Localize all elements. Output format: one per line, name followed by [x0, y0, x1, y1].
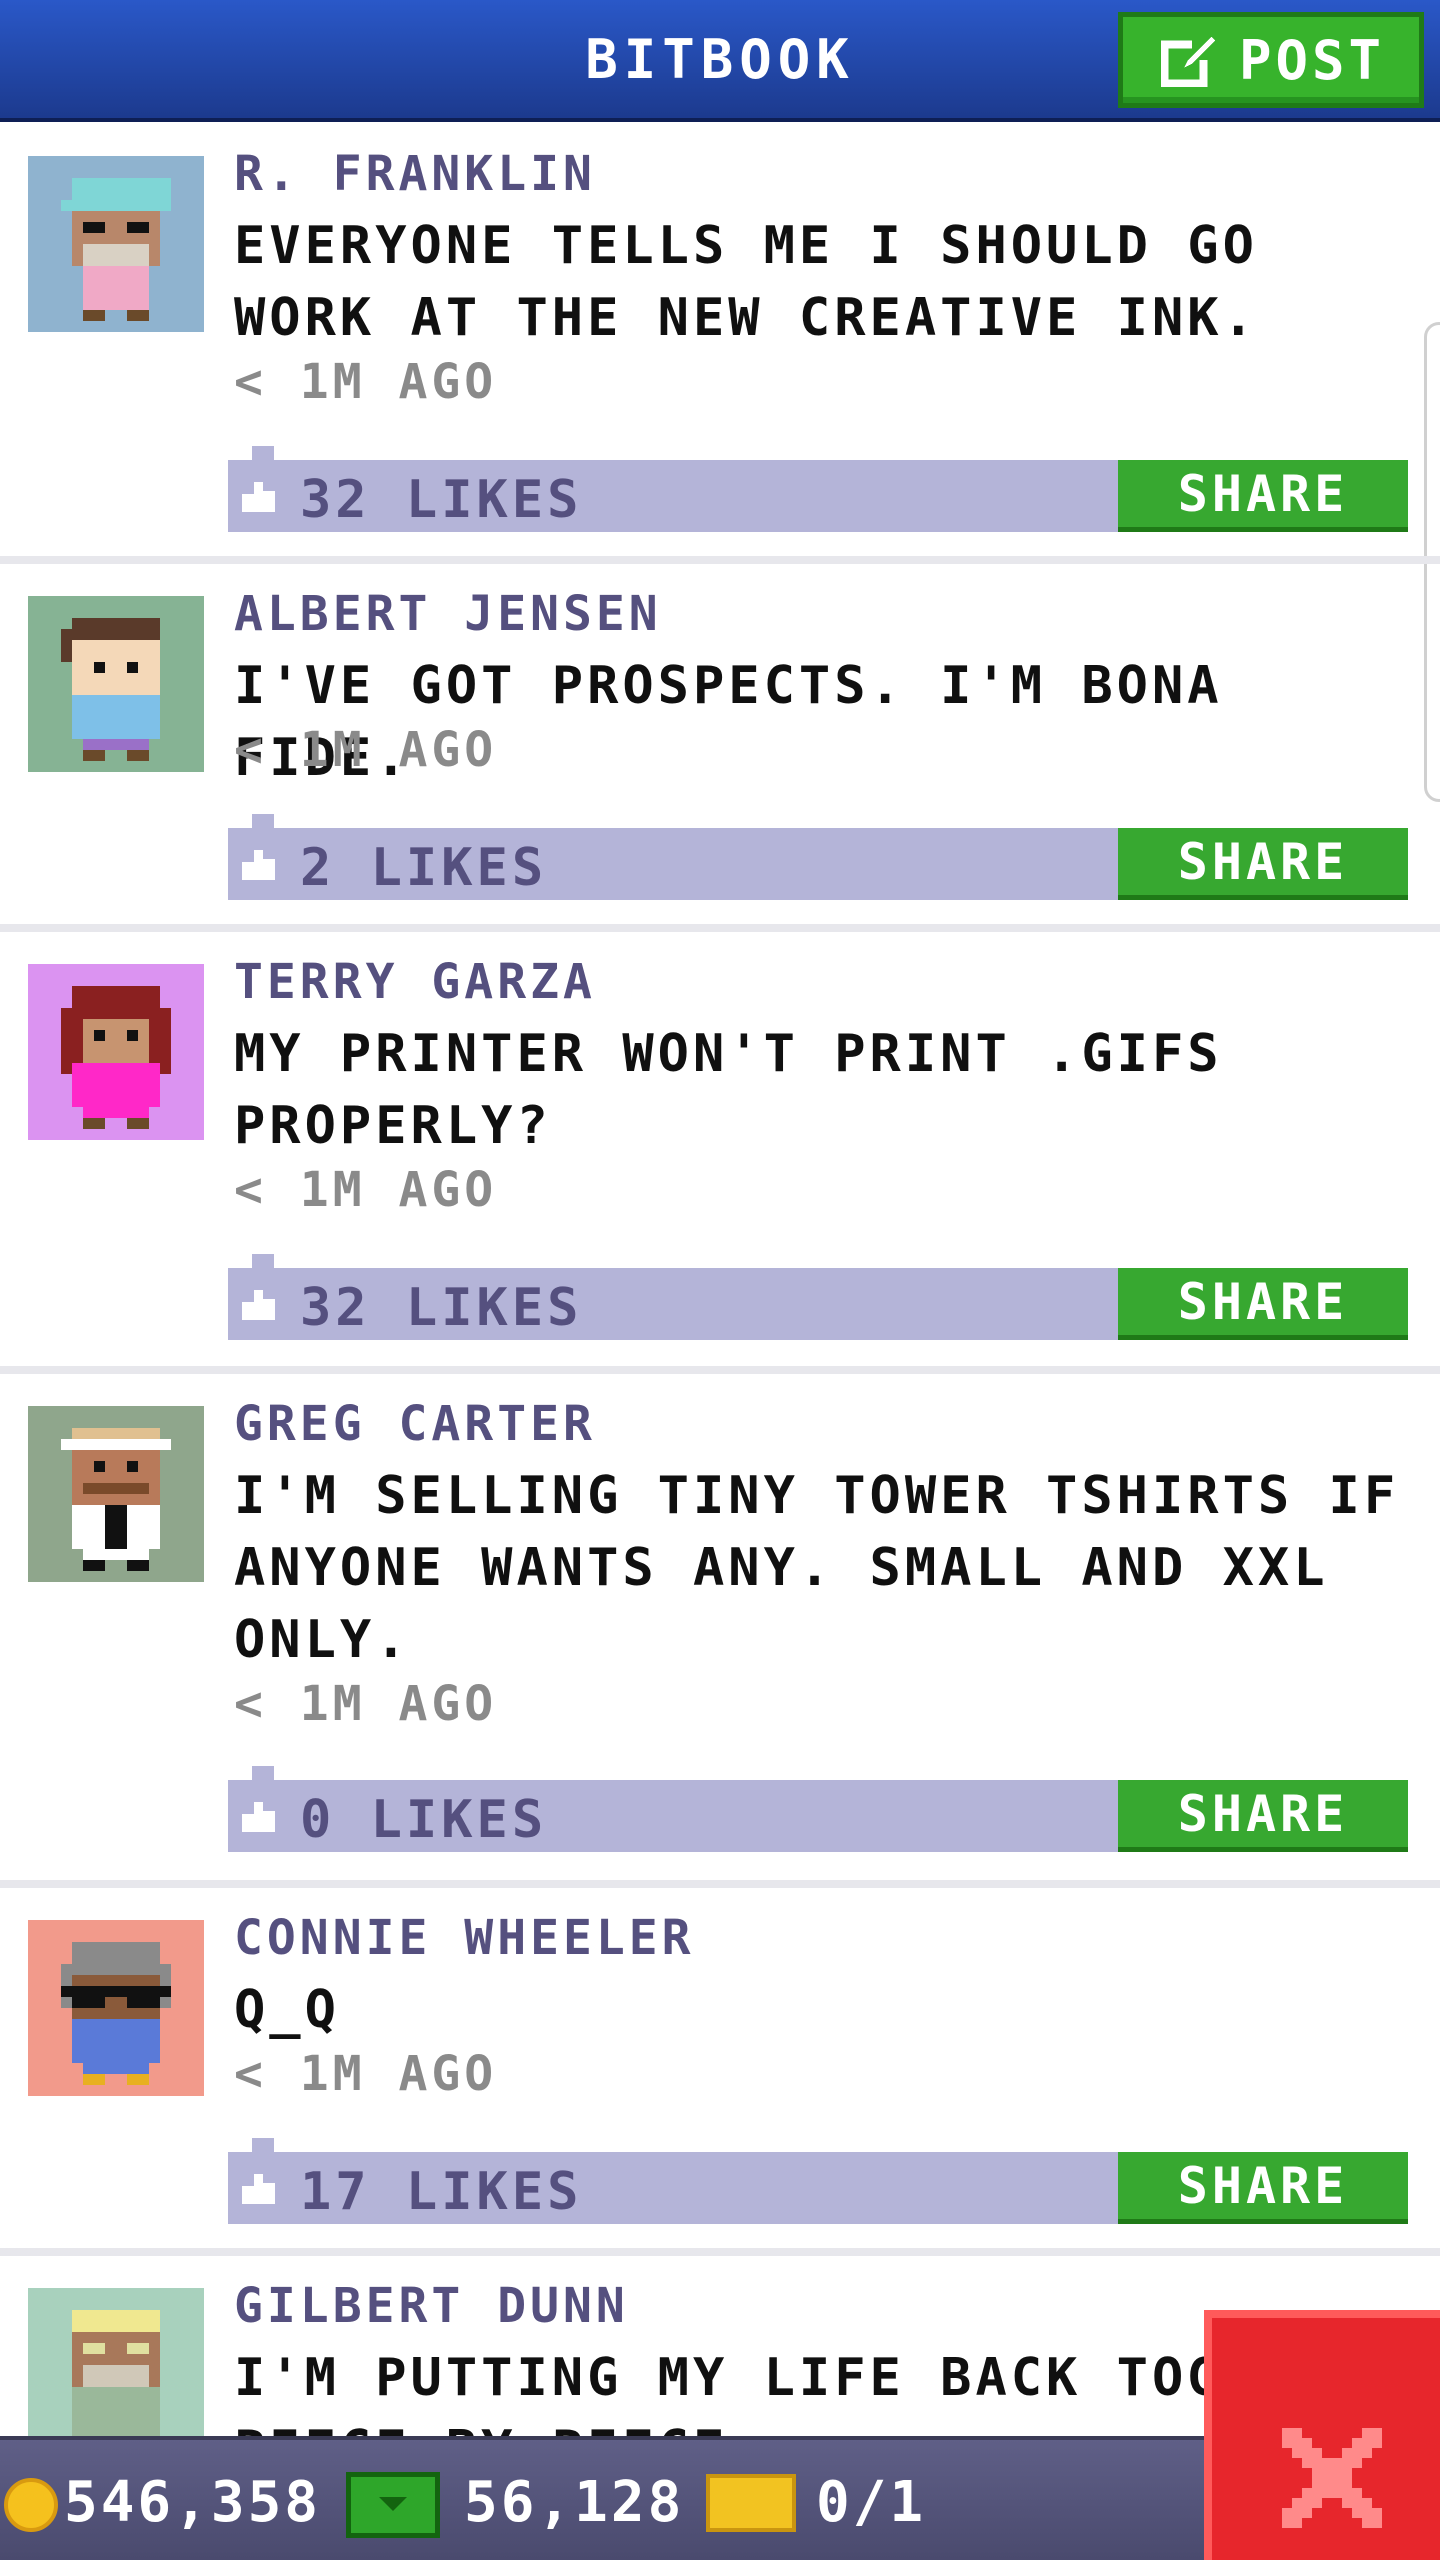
coins-count: 546,358	[64, 2470, 322, 2535]
post-message: MY PRINTER WON'T PRINT .GIFS PROPERLY?	[234, 1024, 1223, 1156]
likes-bar: 17 LIKES SHARE	[228, 2138, 1408, 2224]
post-button[interactable]: POST	[1118, 12, 1424, 108]
post-time: < 1M AGO	[234, 1676, 498, 1732]
news-feed[interactable]: R. FRANKLIN EVERYONE TELLS ME I SHOULD G…	[0, 126, 1440, 2436]
likes-count: 32 LIKES	[300, 470, 583, 530]
like-icon[interactable]	[242, 1802, 278, 1832]
divider	[0, 924, 1440, 932]
bux-icon[interactable]	[346, 2472, 440, 2538]
compose-icon	[1160, 36, 1216, 88]
post-time: < 1M AGO	[234, 722, 498, 778]
close-button[interactable]	[1204, 2310, 1440, 2560]
divider	[0, 2248, 1440, 2256]
post-author[interactable]: R. FRANKLIN	[234, 146, 596, 202]
share-button[interactable]: SHARE	[1118, 460, 1408, 532]
likes-bar: 32 LIKES SHARE	[228, 1254, 1408, 1340]
likes-bar: 0 LIKES SHARE	[228, 1766, 1408, 1852]
coin-icon	[4, 2478, 58, 2532]
bux-count[interactable]: 56,128	[464, 2470, 684, 2535]
post-author[interactable]: TERRY GARZA	[234, 954, 596, 1010]
divider	[0, 1366, 1440, 1374]
post-item: TERRY GARZA MY PRINTER WON'T PRINT .GIFS…	[0, 934, 1440, 1366]
post-time: < 1M AGO	[234, 354, 498, 410]
post-message: Q_Q	[234, 1980, 340, 2040]
post-item: R. FRANKLIN EVERYONE TELLS ME I SHOULD G…	[0, 126, 1440, 556]
like-icon[interactable]	[242, 850, 278, 880]
post-time: < 1M AGO	[234, 2046, 498, 2102]
likes-bar: 2 LIKES SHARE	[228, 814, 1408, 900]
avatar[interactable]	[28, 596, 204, 772]
like-icon[interactable]	[242, 1290, 278, 1320]
post-message: I'M SELLING TINY TOWER TSHIRTS IF ANYONE…	[234, 1466, 1400, 1670]
divider	[0, 556, 1440, 564]
tickets-count[interactable]: 0/1	[816, 2470, 926, 2535]
post-author[interactable]: ALBERT JENSEN	[234, 586, 662, 642]
post-author[interactable]: GREG CARTER	[234, 1396, 596, 1452]
post-button-label: POST	[1239, 28, 1386, 92]
top-bar: BITBOOK POST	[0, 0, 1440, 122]
avatar[interactable]	[28, 964, 204, 1140]
avatar[interactable]	[28, 156, 204, 332]
post-item: CONNIE WHEELER Q_Q < 1M AGO 17 LIKES SHA…	[0, 1890, 1440, 2248]
share-button[interactable]: SHARE	[1118, 2152, 1408, 2224]
likes-count: 17 LIKES	[300, 2162, 583, 2222]
likes-count: 0 LIKES	[300, 1790, 548, 1850]
share-button[interactable]: SHARE	[1118, 1268, 1408, 1340]
divider	[0, 1880, 1440, 1888]
post-item: GREG CARTER I'M SELLING TINY TOWER TSHIR…	[0, 1376, 1440, 1880]
likes-count: 32 LIKES	[300, 1278, 583, 1338]
post-author[interactable]: GILBERT DUNN	[234, 2278, 629, 2334]
like-icon[interactable]	[242, 482, 278, 512]
share-button[interactable]: SHARE	[1118, 1780, 1408, 1852]
close-icon	[1282, 2428, 1382, 2528]
post-message: EVERYONE TELLS ME I SHOULD GO WORK AT TH…	[234, 216, 1258, 348]
share-button[interactable]: SHARE	[1118, 828, 1408, 900]
post-author[interactable]: CONNIE WHEELER	[234, 1910, 695, 1966]
likes-bar: 32 LIKES SHARE	[228, 446, 1408, 532]
avatar[interactable]	[28, 2288, 204, 2436]
avatar[interactable]	[28, 1406, 204, 1582]
post-item: ALBERT JENSEN I'VE GOT PROSPECTS. I'M BO…	[0, 566, 1440, 924]
like-icon[interactable]	[242, 2174, 278, 2204]
avatar[interactable]	[28, 1920, 204, 2096]
ticket-icon[interactable]	[706, 2474, 796, 2532]
likes-count: 2 LIKES	[300, 838, 548, 898]
post-time: < 1M AGO	[234, 1162, 498, 1218]
